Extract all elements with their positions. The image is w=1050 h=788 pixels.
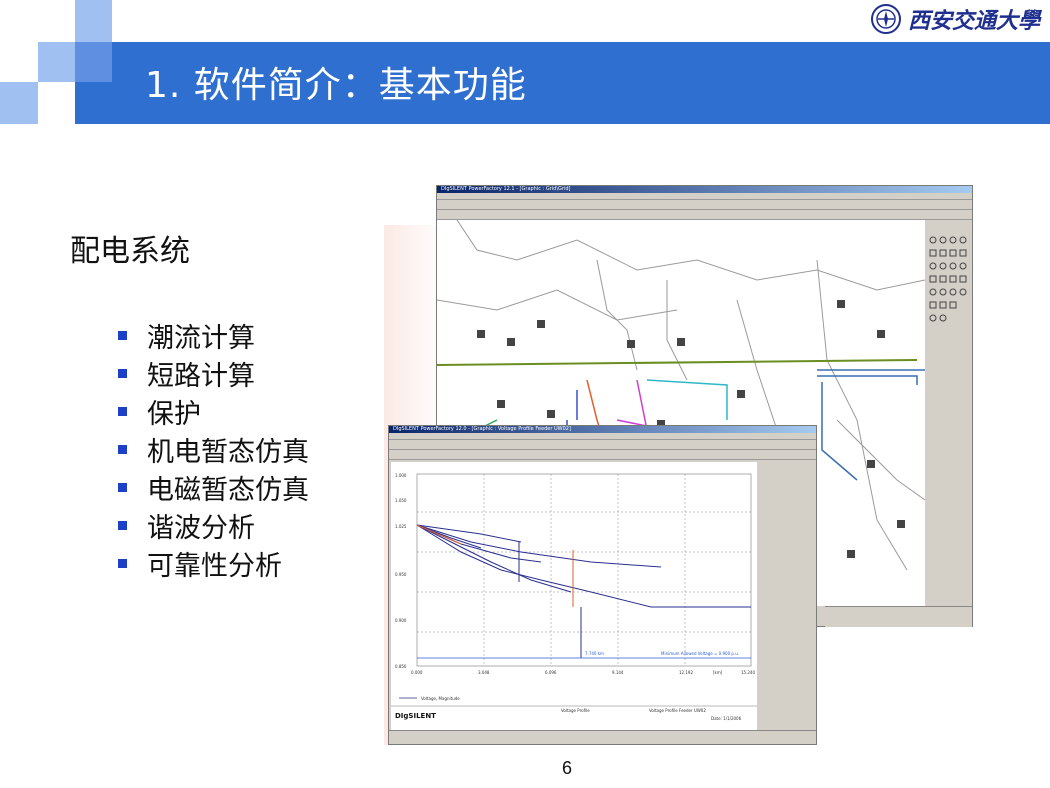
bullet-square-icon <box>118 330 127 340</box>
annotation-min-voltage: Minimum Allowed Voltage = 0.900 p.u. <box>661 651 739 656</box>
bullet-list: 潮流计算 短路计算 保护 机电暂态仿真 电磁暂态仿真 谐波分析 可靠性分析 <box>118 316 309 582</box>
university-seal-icon <box>870 4 901 34</box>
y-tick: 1.050 <box>395 498 407 503</box>
back-window-toolbar <box>437 200 972 210</box>
bullet-item: 谐波分析 <box>118 506 309 544</box>
bullet-item: 机电暂态仿真 <box>118 430 309 468</box>
decor-square <box>75 0 112 42</box>
y-tick: 0.950 <box>395 572 407 577</box>
x-tick: 15.240 <box>741 670 755 675</box>
front-window-toolbar <box>389 440 816 450</box>
legend-entry: Voltage, Magnitude <box>421 696 460 701</box>
decor-square <box>0 82 38 124</box>
university-name: 西安交通大學 <box>907 8 1040 34</box>
x-tick: 3.048 <box>478 670 490 675</box>
drawing-tools-palette[interactable] <box>925 220 972 606</box>
bullet-item: 电磁暂态仿真 <box>118 468 309 506</box>
x-tick: 6.096 <box>545 670 557 675</box>
front-window-titlebar: DIgSILENT PowerFactory 12.0 - [Graphic :… <box>389 426 816 433</box>
footer-left: Voltage Profile <box>561 708 590 713</box>
front-window-menubar <box>389 433 816 440</box>
annotation-distance: 7.740 km <box>585 651 604 656</box>
x-unit: [km] <box>713 670 723 675</box>
y-tick: 0.850 <box>395 664 407 669</box>
y-tick: 1.000 <box>395 473 407 478</box>
bullet-square-icon <box>118 368 127 378</box>
front-window-toolbar2 <box>389 450 816 460</box>
x-tick: 12.192 <box>679 670 693 675</box>
university-logo: 西安交通大學 <box>870 2 1040 36</box>
decor-square <box>75 42 112 82</box>
y-tick: 0.900 <box>395 618 407 623</box>
back-window-titlebar: DIgSILENT PowerFactory 12.1 - [Graphic :… <box>437 186 972 193</box>
voltage-profile-chart: 7.740 km Minimum Allowed Voltage = 0.900… <box>391 473 757 721</box>
x-tick: 9.144 <box>612 670 624 675</box>
section-heading: 配电系统 <box>70 234 190 269</box>
bullet-item: 潮流计算 <box>118 316 309 354</box>
x-tick: 0.000 <box>411 670 423 675</box>
back-window-statusbar <box>825 606 972 627</box>
page-number: 6 <box>562 758 573 778</box>
back-window-toolbar2 <box>437 210 972 220</box>
voltage-profile-plot[interactable]: 7.740 km Minimum Allowed Voltage = 0.900… <box>391 462 757 730</box>
decor-square <box>75 82 112 124</box>
bullet-item: 短路计算 <box>118 354 309 392</box>
footer-mid: Voltage Profile Feeder UW02 <box>649 708 706 713</box>
decor-square <box>38 42 75 82</box>
front-window-statusbar <box>389 730 816 744</box>
profile-series <box>416 524 522 543</box>
profile-series <box>416 524 751 608</box>
bullet-square-icon <box>118 558 127 568</box>
bullet-square-icon <box>118 482 127 492</box>
y-tick: 1.025 <box>395 524 407 529</box>
tool-icons <box>929 236 967 322</box>
powerfactory-front-window: DIgSILENT PowerFactory 12.0 - [Graphic :… <box>388 425 817 745</box>
bullet-square-icon <box>118 444 127 454</box>
bullet-square-icon <box>118 406 127 416</box>
bullet-square-icon <box>118 520 127 530</box>
profile-series <box>416 524 662 568</box>
bullet-item: 可靠性分析 <box>118 544 309 582</box>
brand-label: DIgSILENT <box>395 712 436 720</box>
back-window-menubar <box>437 193 972 200</box>
footer-right: Date: 1/1/2006 <box>711 716 742 721</box>
slide-title: 1. 软件简介：基本功能 <box>145 65 527 106</box>
bullet-item: 保护 <box>118 392 309 430</box>
